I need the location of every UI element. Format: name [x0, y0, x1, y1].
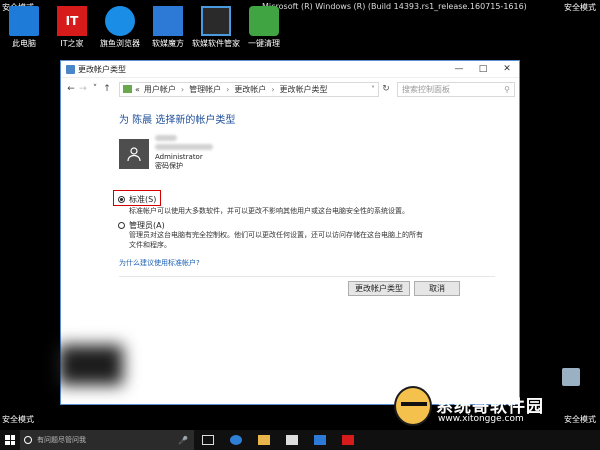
breadcrumb-change-account-type[interactable]: 更改帐户类型 — [280, 84, 328, 95]
breadcrumb-overflow[interactable]: « — [135, 85, 140, 94]
why-standard-link[interactable]: 为什么建议使用标准帐户? — [119, 258, 200, 268]
cancel-button[interactable]: 取消 — [414, 281, 460, 296]
user-avatar — [119, 139, 149, 169]
control-panel-crumb-icon — [123, 85, 132, 93]
window-title: 更改帐户类型 — [78, 64, 126, 74]
task-view-icon[interactable] — [194, 430, 222, 450]
breadcrumb-dropdown-icon[interactable]: ˅ — [371, 85, 375, 94]
build-string: Microsoft (R) Windows (R) (Build 14393.r… — [262, 2, 527, 11]
watermark-logo: 系统哥软件园 www.xitongge.com — [392, 382, 600, 432]
edge-icon[interactable] — [222, 430, 250, 450]
store-icon[interactable] — [278, 430, 306, 450]
up-arrow-icon[interactable]: ↑ — [101, 84, 113, 94]
desktop-icon-clean[interactable]: 一键清理 — [240, 6, 288, 49]
breadcrumb-separator: › — [226, 84, 230, 94]
taskbar-search-text: 有问题尽管问我 — [37, 436, 86, 444]
option-standard-desc: 标准帐户可以使用大多数软件，并可以更改不影响其他用户或这台电脑安全性的系统设置。 — [129, 207, 409, 215]
taskbar: 有问题尽管问我 🎤 — [0, 430, 600, 450]
logo-url: www.xitongge.com — [438, 414, 524, 424]
window-titlebar[interactable]: 更改帐户类型 — □ ✕ — [61, 61, 519, 78]
maximize-button[interactable]: □ — [471, 61, 495, 77]
software-manager-icon — [201, 6, 231, 36]
blurred-user-name — [155, 135, 177, 141]
windows-logo-icon — [5, 435, 15, 445]
cortana-icon — [24, 436, 32, 444]
blurred-user-email — [155, 144, 213, 150]
blurred-desktop-area — [58, 345, 123, 385]
option-standard-label: 标准(S) — [129, 195, 157, 204]
page-heading: 为 陈晨 选择新的帐户类型 — [119, 115, 236, 126]
desktop-icon-cube[interactable]: 软媒魔方 — [144, 6, 192, 49]
change-account-type-window: 更改帐户类型 — □ ✕ ← → ˅ ↑ « 用户帐户 › 管理帐户 › 更改帐… — [61, 61, 519, 404]
address-bar: ← → ˅ ↑ « 用户帐户 › 管理帐户 › 更改帐户 › 更改帐户类型 ˅ … — [61, 78, 519, 100]
desktop-icon-software-manager[interactable]: 软媒软件管家 — [192, 6, 240, 49]
radio-admin[interactable] — [118, 222, 125, 229]
breadcrumb[interactable]: « 用户帐户 › 管理帐户 › 更改帐户 › 更改帐户类型 ˅ — [119, 81, 379, 97]
user-info: Administrator 密码保护 — [155, 135, 213, 171]
recent-dropdown-icon[interactable]: ˅ — [89, 84, 101, 94]
option-admin-desc: 管理员对这台电脑有完全控制权。他们可以更改任何设置，还可以访问存储在这台电脑上的… — [129, 231, 423, 249]
radio-standard[interactable] — [118, 196, 125, 203]
ithome-icon: IT — [57, 6, 87, 36]
ithome-taskbar-icon[interactable] — [334, 430, 362, 450]
breadcrumb-manage-accounts[interactable]: 管理帐户 — [189, 84, 221, 95]
safe-mode-label-bl: 安全模式 — [2, 415, 34, 424]
user-role: Administrator — [155, 153, 203, 161]
clean-icon — [249, 6, 279, 36]
mic-icon[interactable]: 🎤 — [178, 436, 188, 445]
desktop-icon-ithome[interactable]: IT IT之家 — [48, 6, 96, 49]
file-explorer-icon[interactable] — [250, 430, 278, 450]
mascot-face-icon — [394, 386, 432, 426]
pc-icon — [9, 6, 39, 36]
back-arrow-icon[interactable]: ← — [65, 84, 77, 94]
breadcrumb-change-account[interactable]: 更改帐户 — [234, 84, 266, 95]
change-account-type-button[interactable]: 更改帐户类型 — [348, 281, 410, 296]
user-icon — [127, 147, 141, 162]
search-placeholder: 搜索控制面板 — [402, 84, 450, 94]
breadcrumb-separator: › — [180, 84, 185, 94]
user-protection: 密码保护 — [155, 162, 183, 170]
breadcrumb-user-accounts[interactable]: 用户帐户 — [144, 84, 176, 95]
desktop-icon-flag-browser[interactable]: 旗鱼浏览器 — [96, 6, 144, 49]
taskbar-search[interactable]: 有问题尽管问我 🎤 — [20, 430, 194, 450]
close-button[interactable]: ✕ — [495, 61, 519, 77]
forward-arrow-icon[interactable]: → — [77, 84, 89, 94]
desktop-icons: 此电脑 IT IT之家 旗鱼浏览器 软媒魔方 软媒软件管家 一键清理 — [0, 6, 288, 49]
minimize-button[interactable]: — — [447, 61, 471, 77]
search-icon: ⚲ — [504, 84, 510, 94]
control-panel-icon — [66, 64, 75, 74]
start-button[interactable] — [0, 435, 20, 445]
safe-mode-label-tr: 安全模式 — [564, 3, 596, 12]
search-input[interactable]: 搜索控制面板 ⚲ — [397, 81, 515, 97]
cube-icon — [153, 6, 183, 36]
option-standard[interactable]: 标准(S) — [118, 194, 156, 205]
desktop-icon-this-pc[interactable]: 此电脑 — [0, 6, 48, 49]
refresh-icon[interactable]: ↻ — [379, 84, 393, 94]
flag-browser-icon — [105, 6, 135, 36]
cube-taskbar-icon[interactable] — [306, 430, 334, 450]
divider — [119, 276, 495, 277]
breadcrumb-separator: › — [271, 84, 275, 94]
